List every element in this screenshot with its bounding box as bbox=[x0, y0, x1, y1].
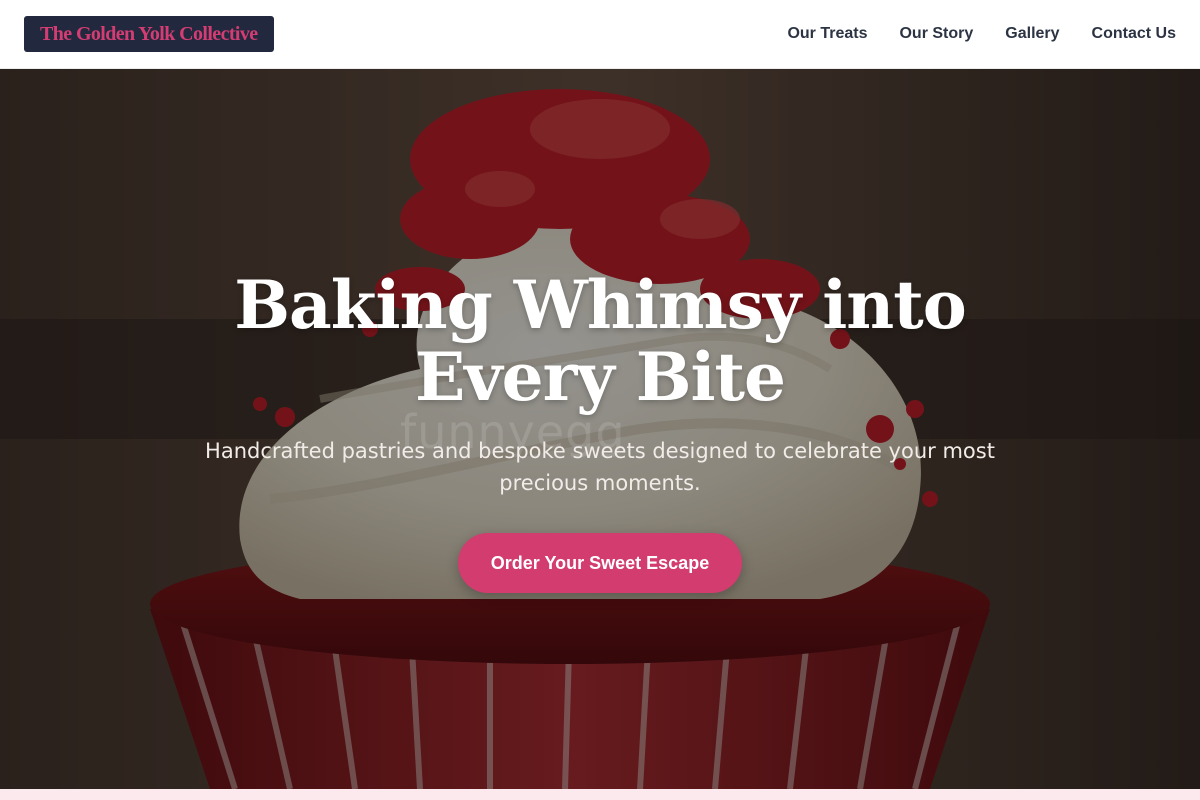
main-nav: Our Treats Our Story Gallery Contact Us bbox=[787, 25, 1176, 43]
site-header: The Golden Yolk Collective Our Treats Ou… bbox=[0, 0, 1200, 69]
nav-link-gallery[interactable]: Gallery bbox=[1005, 25, 1059, 43]
nav-link-our-treats[interactable]: Our Treats bbox=[787, 25, 867, 43]
hero-subtitle: Handcrafted pastries and bespoke sweets … bbox=[205, 439, 995, 495]
nav-link-contact-us[interactable]: Contact Us bbox=[1092, 25, 1176, 43]
brand-logo[interactable]: The Golden Yolk Collective bbox=[24, 16, 274, 52]
hero-title: Baking Whimsy into Every Bite bbox=[234, 266, 967, 416]
hero-content: Baking Whimsy into Every Bite Handcrafte… bbox=[0, 69, 1200, 789]
order-cta-button[interactable]: Order Your Sweet Escape bbox=[458, 533, 742, 593]
nav-link-our-story[interactable]: Our Story bbox=[899, 25, 973, 43]
next-section-edge bbox=[0, 789, 1200, 800]
hero-section: funnyegg Baking Whimsy into Every Bite H… bbox=[0, 69, 1200, 789]
